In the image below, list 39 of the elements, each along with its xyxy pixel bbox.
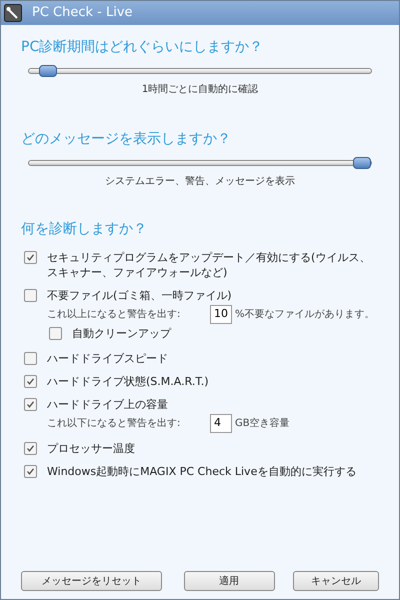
dialog-button[interactable]: キャンセル (292, 571, 379, 591)
checkbox[interactable] (24, 289, 37, 302)
checkbox-label: ハードドライブ状態(S.M.A.R.T.) (47, 374, 209, 388)
checkbox[interactable] (24, 251, 37, 264)
checkbox-label: ハードドライブ上の容量 (47, 396, 168, 412)
threshold-label: これ以上になると警告を出す: (47, 308, 182, 322)
wrench-icon (4, 4, 22, 22)
slider-thumb[interactable] (38, 65, 57, 77)
threshold-unit: %不要なファイルがあります。 (235, 308, 375, 322)
checkbox[interactable] (24, 398, 37, 410)
checkbox-label: Windows起動時にMAGIX PC Check Liveを自動的に実行する (47, 464, 356, 478)
window-title: PC Check - Live (32, 4, 133, 22)
checkbox-label: セキュリティプログラムをアップデート／有効にする(ウイルス、スキャナー、ファイアウォールなど) (47, 250, 372, 280)
dialog-button[interactable]: メッセージをリセット (21, 571, 162, 591)
checkbox-label: ハードドライブスピード (47, 350, 168, 366)
slider-thumb[interactable] (353, 157, 371, 169)
check-icon (26, 253, 35, 262)
check-icon (26, 466, 35, 476)
section-heading: 何を診断しますか？ (21, 220, 148, 239)
check-icon (26, 400, 35, 408)
threshold-field[interactable]: 10 (210, 305, 232, 324)
dialog-button[interactable]: 適用 (184, 571, 275, 591)
check-icon (26, 376, 35, 386)
slider-caption: システムエラー、警告、メッセージを表示 (105, 174, 295, 189)
checkbox-label: 不要ファイル(ゴミ箱、一時ファイル) (47, 288, 232, 303)
checkbox[interactable] (24, 464, 37, 478)
checkbox-label: プロセッサー温度 (47, 440, 135, 456)
threshold-unit: GB空き容量 (235, 416, 290, 430)
check-icon (26, 444, 35, 452)
section-heading: どのメッセージを表示しますか？ (21, 130, 232, 149)
checkbox-label: 自動クリーンアップ (72, 326, 171, 342)
checkbox[interactable] (24, 374, 37, 388)
checkbox[interactable] (24, 442, 37, 454)
slider-caption: 1時間ごとに自動的に確認 (142, 82, 258, 97)
threshold-field[interactable]: 4 (210, 414, 232, 432)
checkbox[interactable] (49, 327, 62, 340)
checkbox[interactable] (24, 352, 37, 364)
section-heading: PC診断期間はどれぐらいにしますか？ (21, 38, 264, 57)
threshold-label: これ以下になると警告を出す: (47, 416, 182, 430)
